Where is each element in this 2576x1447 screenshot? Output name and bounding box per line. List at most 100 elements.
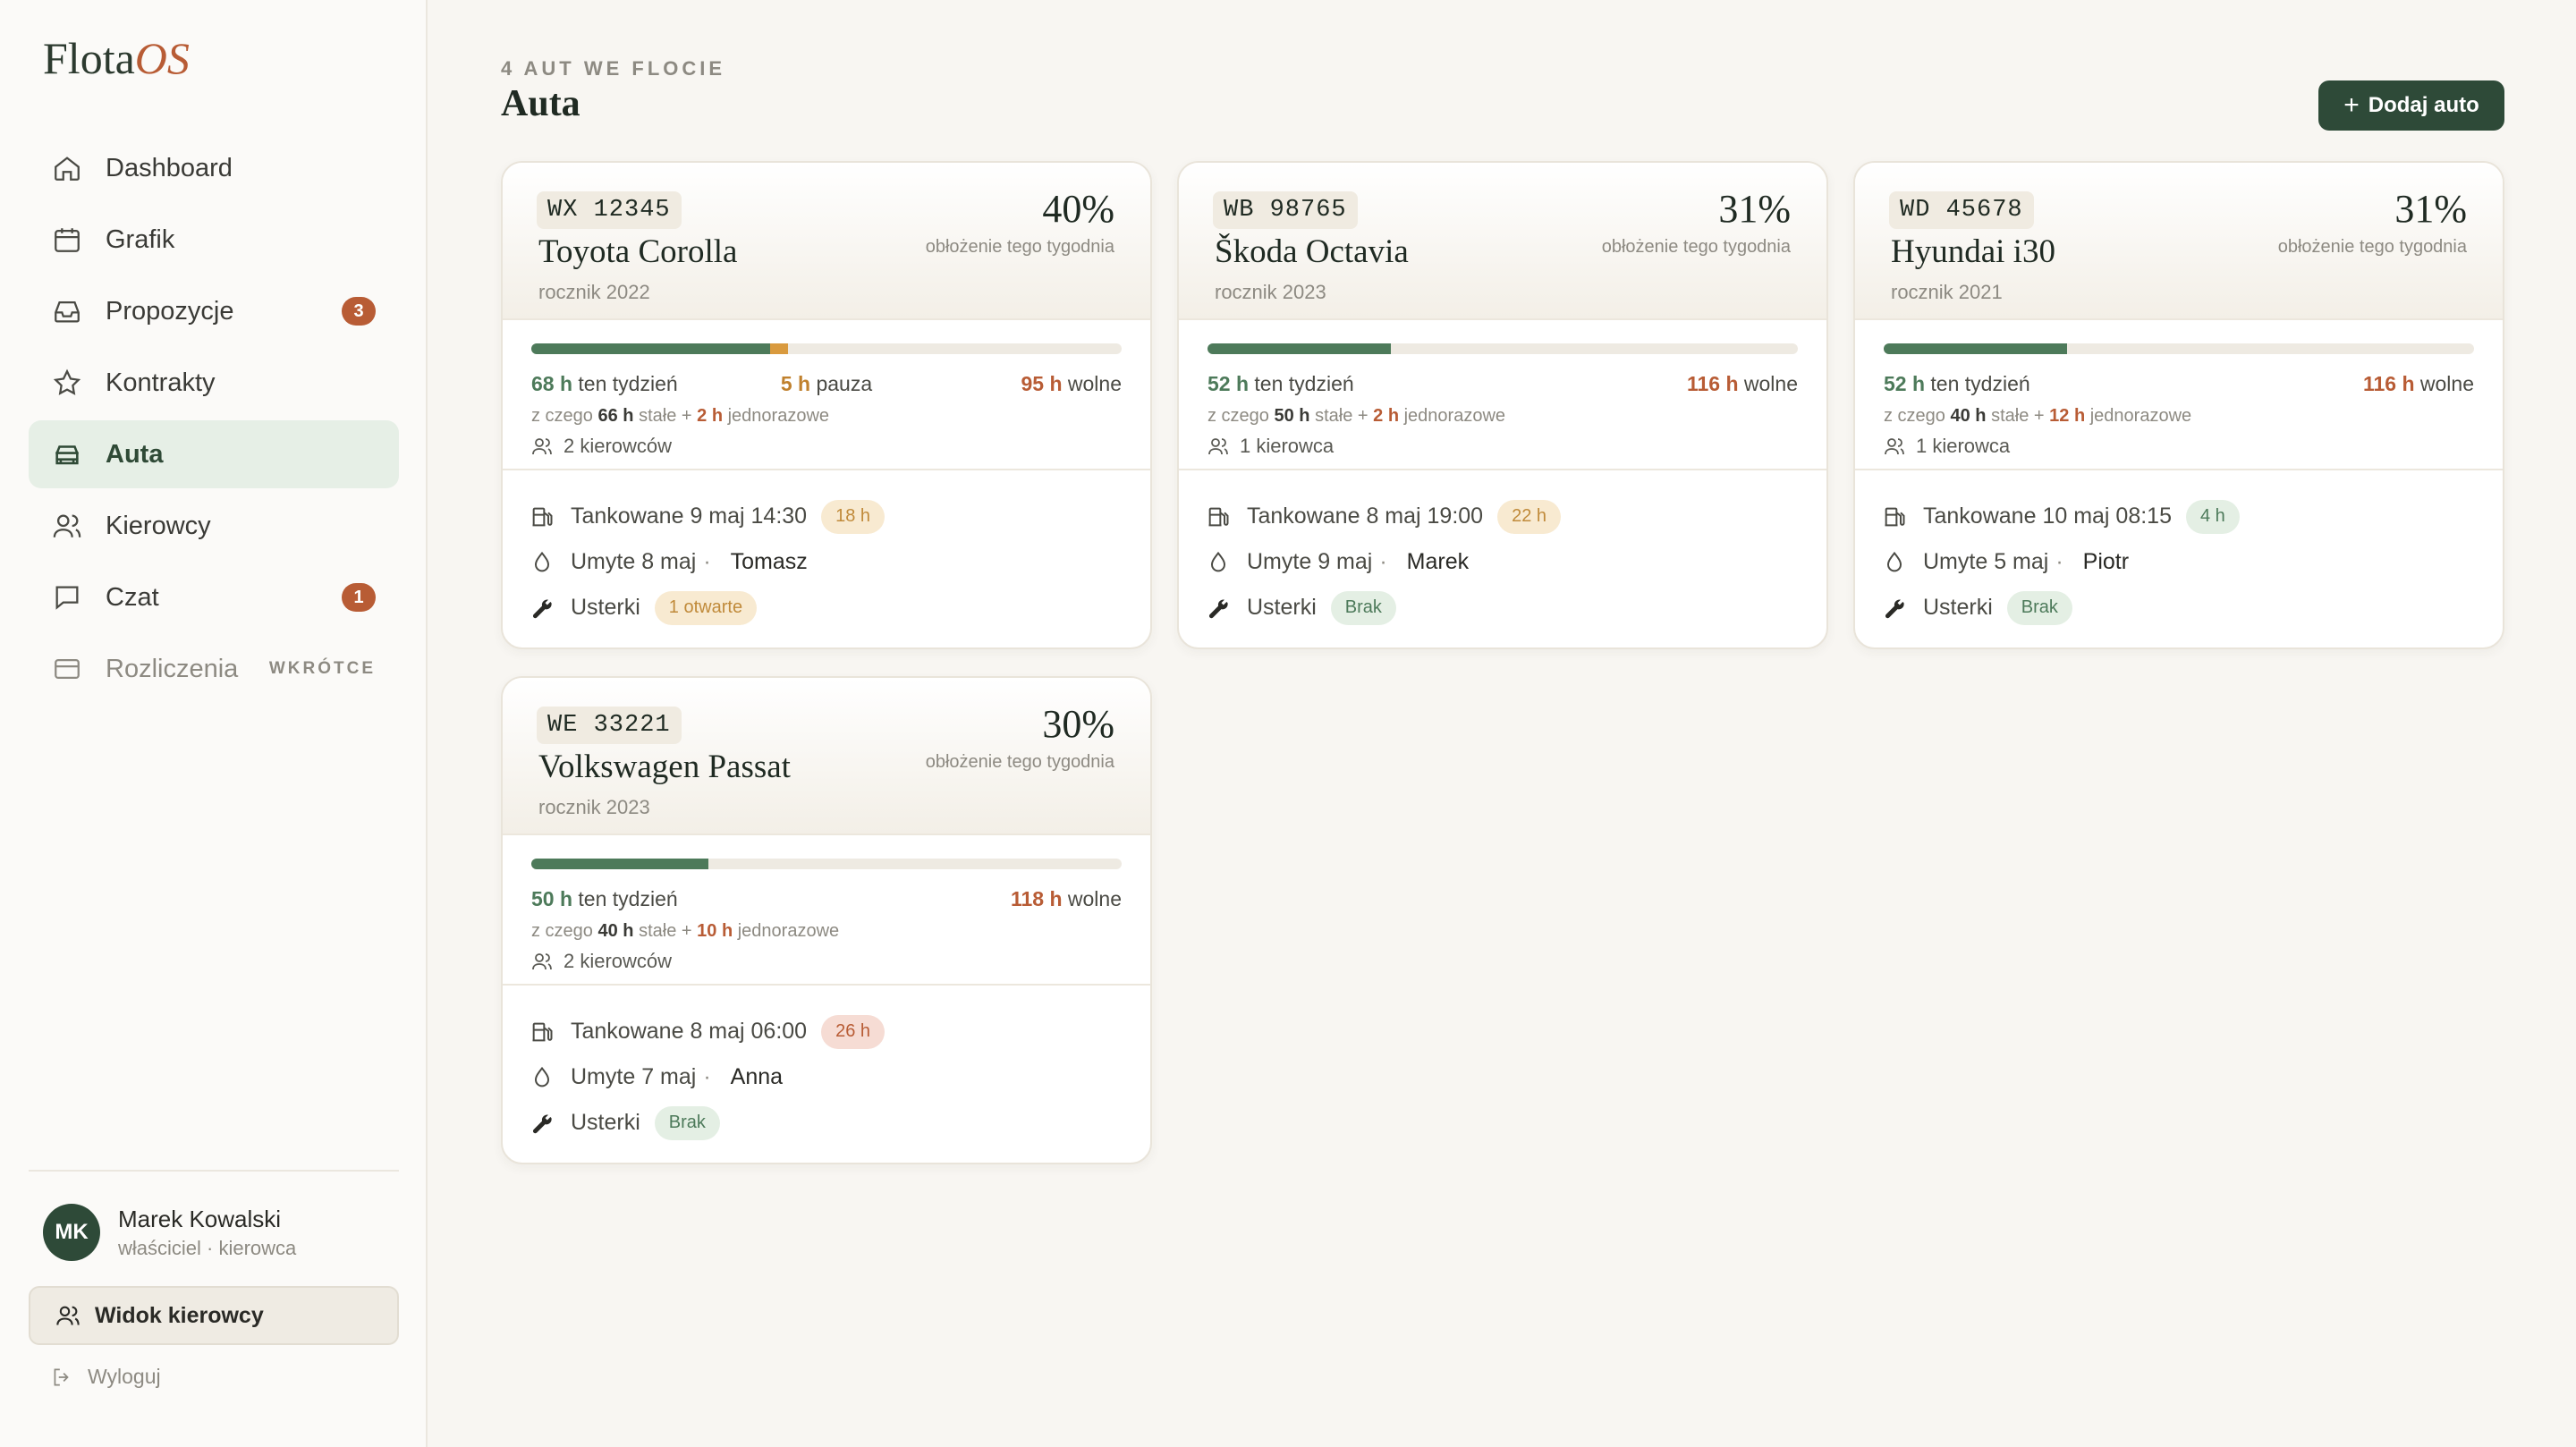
usage-bar-used xyxy=(1208,343,1391,354)
nav-item-rozliczenia[interactable]: Rozliczenia WKRÓTCE xyxy=(29,635,399,703)
czat-badge: 1 xyxy=(342,583,376,612)
logout-link[interactable]: Wyloguj xyxy=(50,1365,161,1389)
chat-icon xyxy=(55,586,79,610)
usage-summary: 50 h ten tydzień 118 h wolne xyxy=(531,887,1122,911)
nav-item-kierowcy[interactable]: Kierowcy xyxy=(29,492,399,560)
car-status: Tankowane 8 maj 19:00 22 h Umyte 9 maj · M… xyxy=(1179,470,1826,630)
drivers-count: 1 kierowca xyxy=(1884,435,2010,458)
nav-item-grafik[interactable]: Grafik xyxy=(29,206,399,274)
logout-icon xyxy=(54,1367,69,1386)
fuel-icon xyxy=(532,507,553,526)
user-name: Marek Kowalski xyxy=(118,1205,282,1232)
license-plate: WB 98765 xyxy=(1213,191,1358,229)
nav-label: Kierowcy xyxy=(106,511,211,540)
used-hours: 52 h ten tydzień xyxy=(1208,372,1354,395)
fuel-icon xyxy=(532,1022,553,1041)
fuel-row: Tankowane 8 maj 06:00 26 h xyxy=(530,1009,1123,1054)
calendar-icon xyxy=(55,228,80,252)
usage-bar xyxy=(531,859,1122,869)
droplet-icon xyxy=(535,551,549,571)
fuel-age-badge: 4 h xyxy=(2185,499,2240,534)
car-name: Hyundai i30 xyxy=(1891,233,2055,270)
nav-item-dashboard[interactable]: Dashboard xyxy=(29,134,399,202)
usage-bar-used xyxy=(1884,343,2067,354)
car-icon xyxy=(55,445,79,465)
car-card[interactable]: WB 98765 Škoda Octavia rocznik 2023 31% … xyxy=(1177,161,1828,649)
users-icon xyxy=(53,514,81,537)
soon-tag: WKRÓTCE xyxy=(268,659,376,678)
faults-row: Usterki Brak xyxy=(1882,585,2476,630)
usage-bar xyxy=(1208,343,1798,354)
usage-bar xyxy=(1884,343,2474,354)
free-hours: 116 h wolne xyxy=(2362,372,2474,395)
users-icon xyxy=(56,1306,80,1325)
washed-by: Piotr xyxy=(2082,549,2130,574)
add-car-label: Dodaj auto xyxy=(2368,93,2479,117)
drivers-count: 1 kierowca xyxy=(1208,435,1334,458)
free-hours: 118 h wolne xyxy=(1010,887,1122,910)
app-logo[interactable]: FlotaOS xyxy=(43,32,190,84)
fuel-age-badge: 26 h xyxy=(821,1014,886,1049)
car-name: Škoda Octavia xyxy=(1215,233,1409,270)
occupancy: 31% obłożenie tego tygodnia xyxy=(2278,186,2467,258)
occupancy-value: 31% xyxy=(1718,187,1791,231)
car-status: Tankowane 10 maj 08:15 4 h Umyte 5 maj · P… xyxy=(1855,470,2503,630)
plus-icon: + xyxy=(2343,90,2360,120)
logout-label: Wyloguj xyxy=(88,1365,161,1388)
billing-icon xyxy=(55,658,80,680)
occupancy: 40% obłożenie tego tygodnia xyxy=(926,186,1114,258)
main-nav: Dashboard Grafik Propozycje 3 Kontrakty … xyxy=(29,134,399,707)
occupancy-label: obłożenie tego tygodnia xyxy=(1601,237,1791,257)
car-status: Tankowane 8 maj 06:00 26 h Umyte 7 maj · A… xyxy=(503,986,1150,1146)
nav-item-auta[interactable]: Auta xyxy=(29,420,399,488)
droplet-icon xyxy=(535,1066,549,1087)
nav-item-propozycje[interactable]: Propozycje 3 xyxy=(29,277,399,345)
nav-label: Dashboard xyxy=(106,153,233,182)
usage-bar-used xyxy=(531,343,771,354)
hours-breakdown: z czego 50 h stałe + 2 h jednorazowe xyxy=(1208,406,1506,426)
usage-summary: 52 h ten tydzień 116 h wolne xyxy=(1208,372,1798,396)
star-icon xyxy=(53,368,81,395)
car-card[interactable]: WX 12345 Toyota Corolla rocznik 2022 40%… xyxy=(501,161,1152,649)
occupancy: 31% obłożenie tego tygodnia xyxy=(1602,186,1791,258)
car-year: rocznik 2023 xyxy=(538,796,650,818)
car-name: Toyota Corolla xyxy=(538,233,738,270)
used-hours: 52 h ten tydzień xyxy=(1884,372,2030,395)
nav-item-czat[interactable]: Czat 1 xyxy=(29,563,399,631)
inbox-icon xyxy=(55,300,80,323)
driver-view-label: Widok kierowcy xyxy=(95,1302,264,1328)
wash-row: Umyte 9 maj · Marek xyxy=(1206,539,1800,585)
driver-view-button[interactable]: Widok kierowcy xyxy=(29,1286,399,1345)
car-card[interactable]: WE 33221 Volkswagen Passat rocznik 2023 … xyxy=(501,676,1152,1164)
car-card-header: WB 98765 Škoda Octavia rocznik 2023 31% … xyxy=(1179,163,1826,320)
faults-badge[interactable]: Brak xyxy=(1330,590,1396,625)
license-plate: WE 33221 xyxy=(537,707,682,744)
page-title: Auta xyxy=(501,83,580,124)
occupancy-value: 31% xyxy=(2394,187,2467,231)
washed-by: Marek xyxy=(1406,549,1470,574)
license-plate: WD 45678 xyxy=(1889,191,2034,229)
add-car-button[interactable]: + Dodaj auto xyxy=(2318,80,2504,131)
nav-label: Czat xyxy=(106,582,159,612)
home-icon xyxy=(55,157,80,181)
usage-section: 52 h ten tydzień 116 h wolne z czego 50 … xyxy=(1179,320,1826,470)
fuel-row: Tankowane 8 maj 19:00 22 h xyxy=(1206,494,1800,539)
users-icon xyxy=(532,953,552,970)
car-card[interactable]: WD 45678 Hyundai i30 rocznik 2021 31% ob… xyxy=(1853,161,2504,649)
car-card-header: WE 33221 Volkswagen Passat rocznik 2023 … xyxy=(503,678,1150,835)
faults-badge[interactable]: Brak xyxy=(654,1105,720,1140)
wrench-icon xyxy=(532,599,552,618)
faults-badge[interactable]: 1 otwarte xyxy=(654,590,758,625)
usage-bar-used xyxy=(531,859,708,869)
users-icon xyxy=(1885,438,1904,455)
faults-badge[interactable]: Brak xyxy=(2006,590,2072,625)
hours-breakdown: z czego 40 h stałe + 12 h jednorazowe xyxy=(1884,406,2192,426)
nav-item-kontrakty[interactable]: Kontrakty xyxy=(29,349,399,417)
license-plate: WX 12345 xyxy=(537,191,682,229)
user-profile[interactable]: MK Marek Kowalski właściciel · kierowca xyxy=(43,1204,296,1261)
usage-section: 68 h ten tydzień 5 h pauza 95 h wolne z … xyxy=(503,320,1150,470)
wrench-icon xyxy=(532,1114,552,1133)
nav-label: Auta xyxy=(106,439,164,469)
user-role: właściciel · kierowca xyxy=(118,1236,297,1259)
nav-label: Kontrakty xyxy=(106,368,216,397)
